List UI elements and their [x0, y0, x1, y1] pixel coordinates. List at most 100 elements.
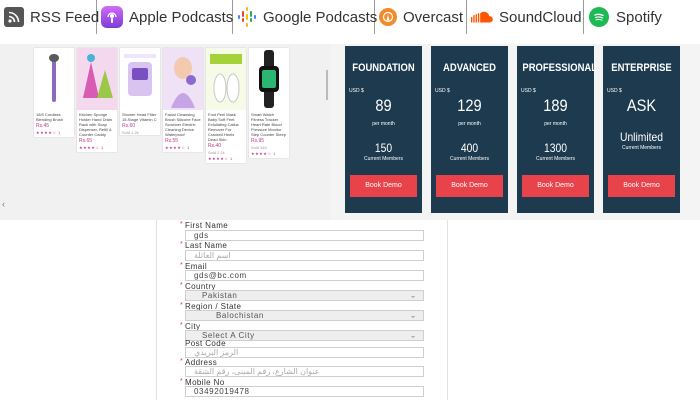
- plan-members: 1300: [544, 141, 567, 155]
- plan-members-label: Current Members: [622, 145, 661, 151]
- podcast-label-google: Google Podcasts: [263, 8, 378, 26]
- product-price: Rs.55: [165, 138, 179, 144]
- blending-brush-image: [34, 48, 74, 110]
- product-price: Rs.40: [208, 143, 222, 149]
- required-marker: *: [180, 262, 184, 269]
- product-title: Facial Cleansing Brush Silicone Face Scr…: [165, 112, 201, 137]
- plan-card-foundation: FOUNDATION USD $ 89 per month 150 Curren…: [345, 46, 422, 213]
- plan-members-label: Current Members: [450, 156, 489, 162]
- required-marker: *: [180, 282, 184, 289]
- google-podcasts-icon: [237, 6, 257, 28]
- podcast-link-apple[interactable]: Apple Podcasts: [97, 0, 233, 34]
- product-rating: ★★★★☆ 1: [79, 145, 104, 150]
- podcast-link-rss[interactable]: RSS Feed: [0, 0, 100, 34]
- rss-icon: [4, 6, 24, 28]
- book-demo-button[interactable]: Book Demo: [350, 175, 417, 197]
- product-price: Rs.95: [251, 138, 265, 144]
- plan-card-advanced: ADVANCED USD $ 129 per month 400 Current…: [431, 46, 508, 213]
- plan-members-label: Current Members: [536, 156, 575, 162]
- product-card[interactable]: Smart Watch Fitness Tracker Heart Rate B…: [249, 48, 289, 158]
- plan-members-label: Current Members: [364, 156, 403, 162]
- pricing-table: FOUNDATION USD $ 89 per month 150 Curren…: [330, 44, 700, 220]
- product-price: Rs.65: [79, 138, 93, 144]
- post-code-field[interactable]: الرمز البريدي: [185, 347, 424, 358]
- plan-name: ENTERPRISE: [611, 62, 672, 74]
- podcast-label-rss: RSS Feed: [30, 8, 100, 26]
- plan-period: per month: [372, 121, 395, 127]
- product-card[interactable]: Shower Head Filter 15-Stage Vitamin C Rs…: [120, 48, 160, 135]
- product-rating: ★★★★☆ 1: [208, 156, 233, 161]
- product-card[interactable]: Kitchen Sponge Holder Hand Drain Rack wi…: [77, 48, 117, 152]
- overcast-icon: [379, 6, 397, 28]
- plan-price: ASK: [626, 96, 657, 115]
- plan-members: 150: [374, 141, 393, 155]
- required-marker: *: [180, 302, 184, 309]
- podcast-label-spotify: Spotify: [616, 8, 662, 26]
- podcast-label-soundcloud: SoundCloud: [499, 8, 582, 26]
- plan-currency: USD $: [607, 88, 622, 94]
- first-name-label: * First Name: [180, 221, 229, 230]
- address-field[interactable]: عنوان الشارع، رقم المبنى، رقم الشقة: [185, 366, 424, 377]
- product-title: 18/5 Cordless Blending Brush: [36, 112, 64, 122]
- sponge-holder-image: [77, 48, 117, 110]
- foot-mask-image: [206, 48, 246, 110]
- plan-currency: USD $: [521, 88, 536, 94]
- product-price: Rs.60: [122, 123, 136, 129]
- last-name-label: * Last Name: [180, 241, 228, 250]
- product-title: Shower Head Filter 15-Stage Vitamin C: [122, 112, 157, 122]
- email-field[interactable]: gds@bc.com: [185, 270, 424, 281]
- mobile-field[interactable]: 03492019478: [185, 386, 424, 397]
- required-marker: *: [180, 322, 184, 329]
- book-demo-button[interactable]: Book Demo: [436, 175, 503, 197]
- podcast-link-spotify[interactable]: Spotify: [584, 0, 700, 34]
- product-rating: ★★★★☆ 1: [165, 145, 190, 150]
- plan-price: 129: [457, 96, 482, 115]
- last-name-field[interactable]: اسم العائلة: [185, 250, 424, 261]
- region-select[interactable]: Balochistan ⌄: [185, 310, 424, 321]
- soundcloud-icon: [471, 6, 493, 28]
- country-select[interactable]: Pakistan ⌄: [185, 290, 424, 301]
- plan-price: 89: [375, 96, 392, 115]
- required-marker: *: [180, 241, 184, 248]
- plan-members: Unlimited: [619, 130, 663, 144]
- chevron-down-icon: ⌄: [409, 292, 417, 299]
- product-rating: ★★★★☆ 1: [251, 151, 276, 156]
- registration-form: * First Name gds * Last Name اسم العائلة *…: [156, 220, 448, 400]
- apple-podcasts-icon: [101, 6, 123, 28]
- plan-period: per month: [544, 121, 567, 127]
- product-card[interactable]: 18/5 Cordless Blending Brush Rs.45 ★★★★☆…: [34, 48, 74, 137]
- product-card[interactable]: Facial Cleansing Brush Silicone Face Scr…: [163, 48, 203, 152]
- required-marker: *: [180, 221, 184, 228]
- carousel-scrollbar[interactable]: [326, 70, 328, 100]
- spotify-icon: [588, 6, 610, 28]
- first-name-field[interactable]: gds: [185, 230, 424, 241]
- product-card[interactable]: Foot Peel Mask Baby Soft Feet Exfoliatin…: [206, 48, 246, 163]
- plan-card-professional: PROFESSIONAL USD $ 189 per month 1300 Cu…: [517, 46, 598, 213]
- smart-watch-image: [249, 48, 289, 110]
- chevron-down-icon: ⌄: [409, 332, 417, 339]
- podcast-link-google[interactable]: Google Podcasts: [233, 0, 378, 34]
- podcast-link-soundcloud[interactable]: SoundCloud: [467, 0, 584, 34]
- book-demo-button[interactable]: Book Demo: [608, 175, 675, 197]
- required-marker: *: [180, 358, 184, 365]
- product-sold: Sold 1.2k: [122, 130, 139, 135]
- book-demo-button[interactable]: Book Demo: [522, 175, 589, 197]
- podcast-link-overcast[interactable]: Overcast: [375, 0, 467, 34]
- product-title: Kitchen Sponge Holder Hand Drain Rack wi…: [79, 112, 113, 137]
- carousel-prev-icon[interactable]: ‹: [2, 199, 5, 209]
- face-brush-image: [163, 48, 203, 110]
- plan-name: ADVANCED: [443, 62, 496, 74]
- podcast-bar: RSS Feed Apple Podcasts Google Podcasts: [0, 0, 700, 34]
- product-price: Rs.45: [36, 123, 50, 129]
- podcast-label-apple: Apple Podcasts: [129, 8, 234, 26]
- plan-members: 400: [460, 141, 479, 155]
- product-rating: ★★★★☆ 1: [36, 130, 61, 135]
- product-title: Foot Peel Mask Baby Soft Feet Exfoliatin…: [208, 112, 239, 142]
- required-marker: *: [180, 378, 184, 385]
- product-title: Smart Watch Fitness Tracker Heart Rate B…: [251, 112, 286, 137]
- plan-card-enterprise: ENTERPRISE USD $ ASK Unlimited Current M…: [603, 46, 680, 213]
- chevron-down-icon: ⌄: [409, 312, 417, 319]
- podcast-label-overcast: Overcast: [403, 8, 464, 26]
- plan-name: FOUNDATION: [352, 62, 415, 74]
- plan-name: PROFESSIONAL: [522, 62, 598, 74]
